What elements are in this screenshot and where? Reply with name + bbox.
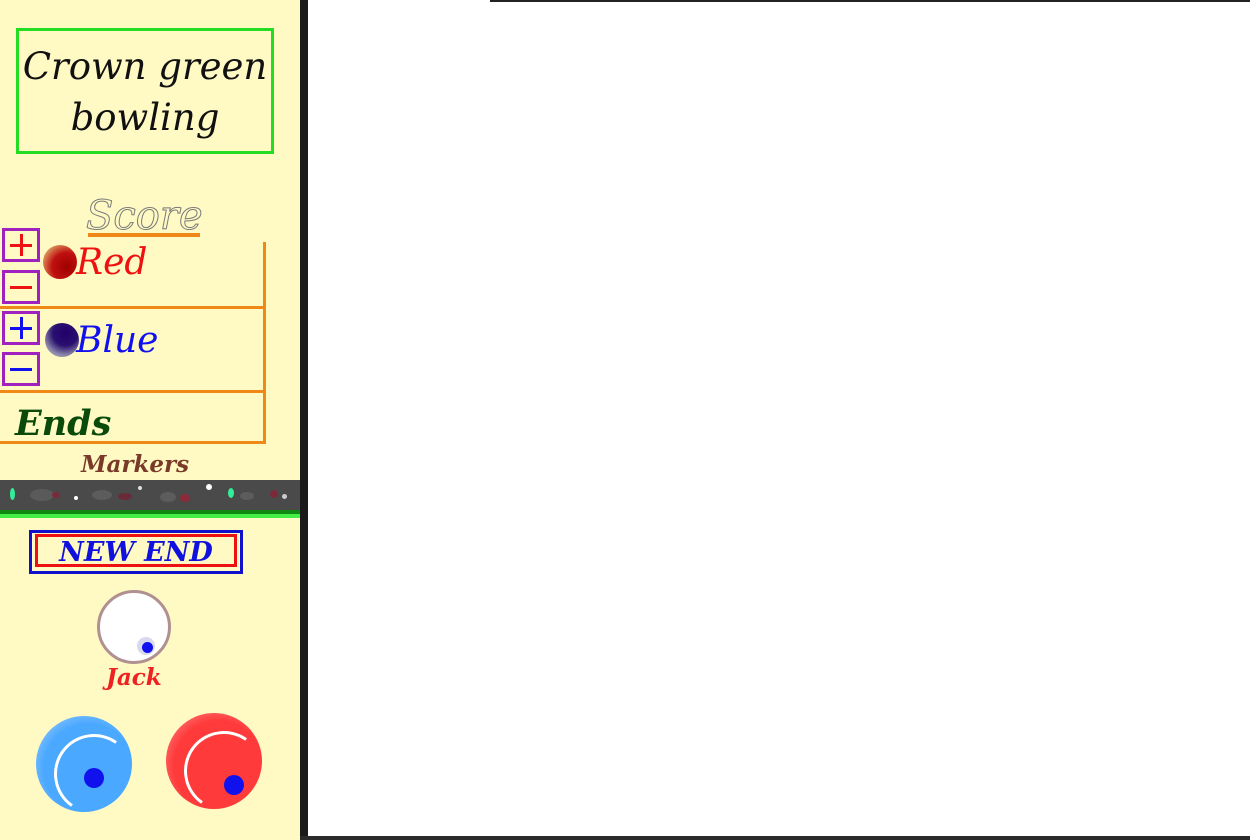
green-divider [0,510,300,518]
marker-speck [228,488,234,498]
marker-speck [10,488,15,500]
marker-speck [160,492,176,502]
red-ball-icon [43,245,77,279]
blue-bowl[interactable] [36,716,132,812]
marker-speck [138,486,142,490]
minus-icon [10,368,32,371]
bowling-green-area[interactable] [308,2,1250,836]
title-box: Crown green bowling [16,28,274,154]
red-bowl[interactable] [166,713,262,809]
blue-minus-button[interactable] [2,352,40,386]
game-title: Crown green bowling [19,41,271,143]
marker-speck [270,490,278,498]
marker-speck [92,490,112,500]
marker-speck [30,489,54,501]
green-bottom-edge [300,836,1250,840]
markers-label: Markers [81,451,190,478]
minus-icon [10,286,32,289]
marker-speck [282,494,287,499]
marker-speck [118,493,132,500]
red-minus-button[interactable] [2,270,40,304]
score-table-border-right [263,242,266,444]
red-plus-button[interactable] [2,228,40,262]
game-title-line1: Crown green [22,45,268,88]
marker-speck [240,492,254,500]
score-table-divider-1 [0,306,266,309]
markers-strip[interactable] [0,480,300,510]
marker-speck [52,492,60,498]
score-underline [88,233,200,237]
new-end-button[interactable]: NEW END [29,530,243,574]
plus-icon-stem [20,317,23,339]
control-panel: Crown green bowling Score Red Blue Ends … [0,0,300,840]
plus-icon-stem [20,234,23,256]
blue-team-label: Blue [76,320,159,361]
jack-ball[interactable] [97,590,171,664]
new-end-button-inner: NEW END [35,534,237,568]
blue-plus-button[interactable] [2,311,40,345]
jack-label: Jack [106,664,162,691]
score-table-divider-2 [0,390,266,393]
red-team-label: Red [76,242,148,283]
blue-ball-icon [45,323,79,357]
panel-divider [300,0,308,840]
game-title-line2: bowling [70,96,220,139]
ends-label: Ends [15,403,112,444]
marker-speck [74,496,78,500]
marker-speck [206,484,212,490]
jack-dot [142,642,153,653]
marker-speck [180,494,190,502]
bowl-bias-dot [224,775,244,795]
bowl-bias-arc [177,724,262,809]
new-end-button-label: NEW END [59,537,213,568]
bowl-bias-dot [84,768,104,788]
